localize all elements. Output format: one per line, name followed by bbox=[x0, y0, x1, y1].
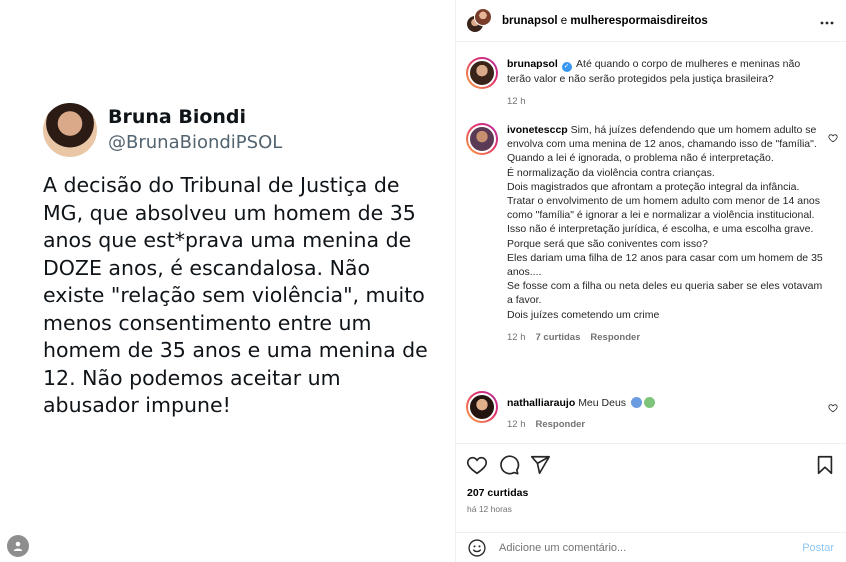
tweet-text: A decisão do Tribunal de Justiça de MG, … bbox=[43, 173, 428, 417]
comment-item: ivonetesccp Sim, há juízes defendendo qu… bbox=[466, 123, 838, 345]
comment-username[interactable]: nathalliaraujo bbox=[507, 397, 575, 409]
likes-count[interactable]: 207 curtidas bbox=[467, 487, 528, 499]
comments-panel: brunapsol e mulherespormaisdireitos brun… bbox=[455, 0, 846, 562]
post-caption: brunapsol ✓ Até quando o corpo de mulher… bbox=[466, 57, 838, 109]
tweet-avatar bbox=[43, 103, 97, 157]
comment-text: Sim, há juízes defendendo que um homem a… bbox=[507, 124, 823, 321]
comment-username[interactable]: brunapsol bbox=[507, 58, 558, 70]
comment-text: Meu Deus bbox=[578, 397, 627, 409]
comment-time[interactable]: 12 h bbox=[507, 418, 526, 432]
tweet-author-name: Bruna Biondi bbox=[108, 106, 247, 128]
comment-input[interactable] bbox=[499, 542, 803, 554]
emoji-icon[interactable] bbox=[467, 538, 487, 558]
add-comment-bar: Postar bbox=[456, 532, 846, 562]
avatar bbox=[474, 7, 492, 26]
avatar[interactable] bbox=[466, 57, 498, 89]
post-actions: 207 curtidas há 12 horas Postar bbox=[456, 443, 846, 562]
nauseated-face-icon bbox=[643, 397, 655, 408]
author-link[interactable]: brunapsol bbox=[502, 15, 558, 27]
like-icon[interactable] bbox=[466, 454, 488, 476]
reply-button[interactable]: Responder bbox=[590, 331, 640, 345]
avatar[interactable] bbox=[466, 123, 498, 155]
comment-time[interactable]: 12 h bbox=[507, 95, 526, 109]
author-separator: e bbox=[557, 14, 571, 27]
tweet-author-handle: @BrunaBiondiPSOL bbox=[108, 132, 283, 153]
share-icon[interactable] bbox=[529, 454, 551, 476]
post-authors[interactable]: brunapsol e mulherespormaisdireitos bbox=[502, 15, 708, 27]
more-options-icon[interactable] bbox=[820, 12, 834, 30]
author-link[interactable]: mulherespormaisdireitos bbox=[570, 15, 707, 27]
post-comment-button[interactable]: Postar bbox=[802, 542, 834, 554]
post-time[interactable]: há 12 horas bbox=[467, 504, 512, 514]
crying-face-icon bbox=[630, 397, 642, 408]
post-header: brunapsol e mulherespormaisdireitos bbox=[456, 0, 846, 42]
reply-button[interactable]: Responder bbox=[536, 418, 586, 432]
collab-avatars[interactable] bbox=[466, 7, 492, 34]
comments-list: brunapsol ✓ Até quando o corpo de mulher… bbox=[456, 43, 846, 443]
like-comment-icon[interactable] bbox=[828, 403, 838, 413]
user-tag-icon[interactable] bbox=[7, 535, 29, 557]
tweet-header: Bruna Biondi @BrunaBiondiPSOL bbox=[43, 103, 282, 157]
verified-badge-icon: ✓ bbox=[561, 62, 572, 72]
comment-username[interactable]: ivonetesccp bbox=[507, 124, 568, 136]
save-bookmark-icon[interactable] bbox=[814, 454, 836, 476]
avatar[interactable] bbox=[466, 391, 498, 423]
comment-likes[interactable]: 7 curtidas bbox=[536, 331, 581, 345]
like-comment-icon[interactable] bbox=[828, 133, 838, 143]
comment-item: nathalliaraujo Meu Deus 12 h Responder bbox=[466, 391, 838, 432]
comment-icon[interactable] bbox=[498, 454, 520, 476]
comment-time[interactable]: 12 h bbox=[507, 331, 526, 345]
post-image: Bruna Biondi @BrunaBiondiPSOL A decisão … bbox=[0, 0, 455, 562]
